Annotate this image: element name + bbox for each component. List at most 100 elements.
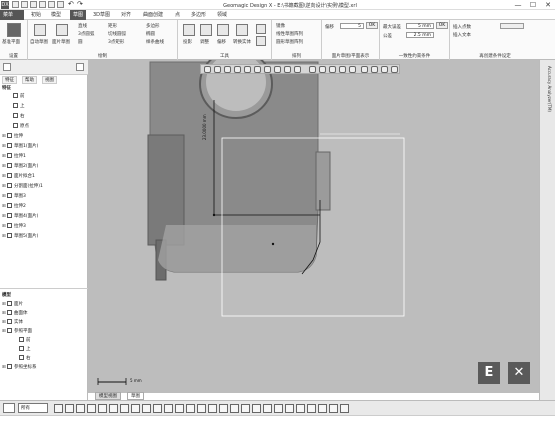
expand-icon[interactable]: ⊞ <box>2 193 6 200</box>
spline-button[interactable]: 样条曲线 <box>146 39 164 45</box>
lock-icon[interactable] <box>318 404 327 413</box>
sketch-icon[interactable] <box>197 404 206 413</box>
minimize-button[interactable]: — <box>511 0 525 10</box>
tree-item[interactable]: 前 <box>8 93 25 100</box>
convert-icon[interactable] <box>236 24 248 36</box>
view-front-icon[interactable] <box>244 66 251 73</box>
model-tree-item[interactable]: ⊞ 参照平面 <box>2 328 32 335</box>
fit-icon[interactable] <box>234 66 241 73</box>
arc-3pt-button[interactable]: 3点圆弧 <box>78 31 94 37</box>
model-tree-item[interactable]: ⊞ 实体 <box>2 319 23 326</box>
tab-help[interactable]: 帮助 <box>22 76 37 84</box>
polygon-button[interactable]: 多边形 <box>146 23 160 29</box>
zoom-icon[interactable] <box>204 66 211 73</box>
ref-plane-label[interactable]: 基准平面 <box>2 39 20 45</box>
lasso-icon[interactable] <box>329 66 336 73</box>
wire-icon[interactable] <box>153 404 162 413</box>
auto-sketch-button[interactable]: 自动草图 <box>30 39 48 45</box>
tab-region[interactable]: 领域 <box>214 10 230 20</box>
smart-dimension-icon[interactable] <box>256 24 266 34</box>
undo-icon[interactable] <box>329 404 338 413</box>
expand-icon[interactable]: ⊞ <box>2 223 6 230</box>
tree-item[interactable]: ⊞ 草图5(面片) <box>2 233 38 240</box>
trim-icon[interactable] <box>183 24 195 36</box>
shade-icon[interactable] <box>284 66 291 73</box>
tab-sketch-view[interactable]: 草图 <box>127 392 144 400</box>
tree-item[interactable]: 原点 <box>8 123 29 130</box>
print-icon[interactable] <box>39 1 46 8</box>
expand-icon[interactable]: ⊞ <box>2 364 6 371</box>
tab-3d-sketch[interactable]: 3D草图 <box>90 10 113 20</box>
confirm-button[interactable]: E <box>478 362 500 384</box>
adjust-button[interactable]: 调整 <box>200 39 209 45</box>
snap-icon[interactable] <box>381 66 388 73</box>
coord-icon[interactable] <box>252 404 261 413</box>
model-tree-item[interactable]: 右 <box>14 355 31 362</box>
maximize-button[interactable]: ☐ <box>526 0 540 10</box>
mirror-button[interactable]: 镜像 <box>276 23 285 29</box>
view-iso-icon[interactable] <box>131 404 140 413</box>
rect-3pt-button[interactable]: 3点矩形 <box>108 39 124 45</box>
tab-polygon[interactable]: 多边形 <box>188 10 209 20</box>
rectangle-button[interactable]: 矩形 <box>108 23 117 29</box>
tab-sketch[interactable]: 草图 <box>70 10 87 20</box>
expand-icon[interactable]: ⊞ <box>2 319 6 326</box>
tab-view[interactable]: 视图 <box>42 76 57 84</box>
pin-icon[interactable] <box>76 63 84 71</box>
model-tree-item[interactable]: ⊞ 面片 <box>2 301 23 308</box>
select-mode-icon[interactable] <box>309 66 316 73</box>
tangent-arc-button[interactable]: 切线圆弧 <box>108 31 126 37</box>
circular-pattern-button[interactable]: 圆形草图阵列 <box>276 39 303 45</box>
section-icon[interactable] <box>349 66 356 73</box>
tree-item[interactable]: 右 <box>8 113 25 120</box>
solid-icon[interactable] <box>219 404 228 413</box>
view-top-icon[interactable] <box>109 404 118 413</box>
expand-icon[interactable]: ⊞ <box>2 213 6 220</box>
tree-item[interactable]: ⊞ 拉伸1 <box>2 153 26 160</box>
undo-icon[interactable]: ↶ <box>68 0 74 8</box>
grid-icon[interactable] <box>307 404 316 413</box>
convert-button[interactable]: 转换实体 <box>233 39 251 45</box>
deviation-icon[interactable] <box>285 404 294 413</box>
surface-icon[interactable] <box>208 404 217 413</box>
auto-sketch-icon[interactable] <box>34 24 46 36</box>
new-file-icon[interactable] <box>12 1 19 8</box>
expand-icon[interactable]: ⊞ <box>2 301 6 308</box>
rotate-icon[interactable] <box>214 66 221 73</box>
ref-plane-icon[interactable] <box>7 23 21 37</box>
selection-mode-icon[interactable] <box>3 403 15 413</box>
save-icon[interactable] <box>30 1 37 8</box>
points-icon[interactable] <box>175 404 184 413</box>
model-tree-item[interactable]: ⊞ 参照坐标系 <box>2 364 37 371</box>
paint-icon[interactable] <box>339 66 346 73</box>
tab-model-view[interactable]: 模型视图 <box>95 392 121 400</box>
tab-align[interactable]: 对齐 <box>118 10 134 20</box>
tab-menu[interactable]: 菜单 <box>0 10 24 20</box>
shade-icon[interactable] <box>142 404 151 413</box>
cancel-button[interactable]: ✕ <box>508 362 530 384</box>
tree-item[interactable]: ⊞ 拉伸2 <box>2 203 26 210</box>
tree-item[interactable]: ⊞ 草图1(面片) <box>2 143 38 150</box>
offset-icon[interactable] <box>217 24 229 36</box>
pointer-icon[interactable] <box>48 1 55 8</box>
plane-icon[interactable] <box>230 404 239 413</box>
measure-icon[interactable] <box>274 404 283 413</box>
layers-icon[interactable] <box>371 66 378 73</box>
offset-field[interactable]: 5 <box>340 23 364 29</box>
app-logo[interactable]: DX <box>1 1 9 9</box>
ref-line-icon[interactable] <box>256 36 266 46</box>
more-icon[interactable] <box>391 66 398 73</box>
viewport[interactable]: 23.0000 mm 5 mm E ✕ <box>88 60 539 393</box>
expand-icon[interactable]: ⊞ <box>2 173 6 180</box>
expand-icon[interactable]: ⊞ <box>2 163 6 170</box>
model-tree-item[interactable]: 上 <box>14 346 31 353</box>
note-icon[interactable] <box>263 404 272 413</box>
close-button[interactable]: ✕ <box>541 0 555 10</box>
view-front-icon[interactable] <box>65 404 74 413</box>
tab-surface[interactable]: 曲面创建 <box>140 10 166 20</box>
tolerance-field[interactable]: 2.5 mm <box>406 32 434 38</box>
zoom-fit-icon[interactable] <box>54 404 63 413</box>
view-top-icon[interactable] <box>254 66 261 73</box>
snap-icon[interactable] <box>296 404 305 413</box>
offset-ok-button[interactable]: OK <box>366 22 378 29</box>
